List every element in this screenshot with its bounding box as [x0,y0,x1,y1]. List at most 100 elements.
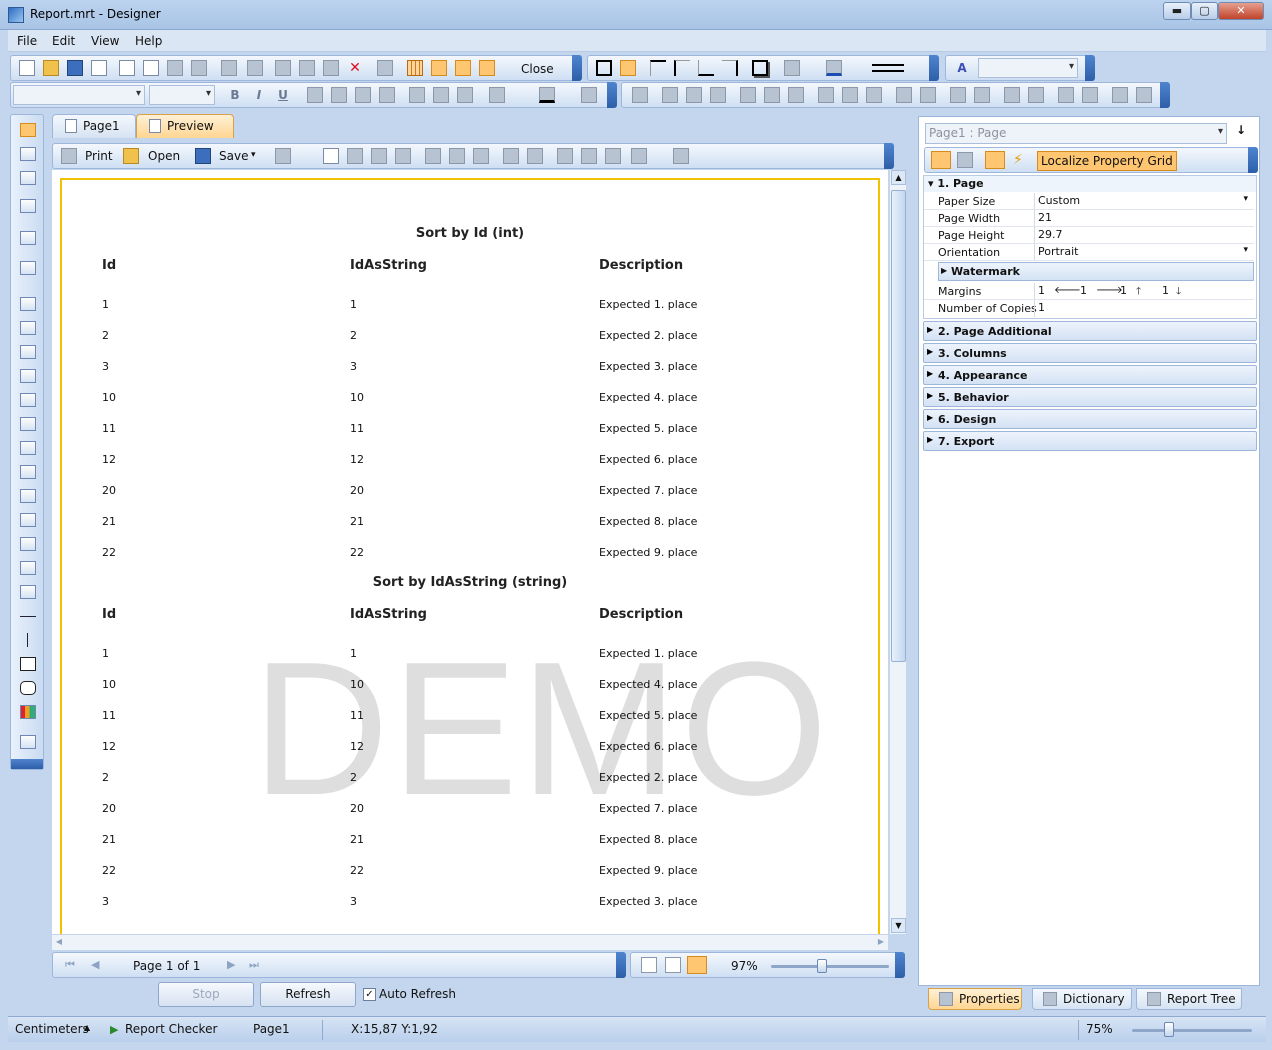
select-tool-icon[interactable] [20,123,36,137]
page-indicator[interactable]: Page 1 of 1 [133,959,200,973]
border-color-icon[interactable] [826,60,842,76]
cross-tab-tool-icon[interactable] [20,489,36,503]
tab-dictionary[interactable]: Dictionary [1032,988,1132,1010]
align-right-icon[interactable] [355,87,371,103]
align-left-icon[interactable] [307,87,323,103]
scroll-left-icon[interactable]: ◀ [52,935,66,950]
report-checker-button[interactable]: Report Checker [125,1022,217,1036]
margin-right-value[interactable]: 1 [1080,284,1087,297]
move-forward-icon[interactable] [1058,87,1074,103]
center-vertically-icon[interactable] [974,87,990,103]
container-tool-icon[interactable] [20,441,36,455]
property-value[interactable]: Custom [1038,194,1080,207]
rectangle-tool-icon[interactable] [20,657,36,671]
find-icon[interactable] [503,148,519,164]
move-backward-icon[interactable] [1082,87,1098,103]
tab-properties[interactable]: Properties [928,988,1022,1010]
minimize-button[interactable]: ▬ [1163,2,1191,20]
send-email-icon[interactable] [275,148,291,164]
bookmarks-icon[interactable] [425,148,441,164]
save-dropdown-icon[interactable]: ▾ [251,150,256,160]
margin-bottom-value[interactable]: 1 [1162,284,1169,297]
toolbar-grip[interactable] [1160,82,1170,108]
rounded-rectangle-tool-icon[interactable] [20,681,36,695]
property-paper-size[interactable]: Paper Size Custom ▾ [924,193,1254,210]
scroll-up-icon[interactable]: ▲ [891,170,906,185]
open-button[interactable]: Open [148,149,180,163]
border-bottom-icon[interactable] [698,60,714,76]
vertical-spacing-icon[interactable] [920,87,936,103]
category-appearance[interactable]: 4. Appearance [923,365,1257,385]
first-page-icon[interactable]: ⏮ [65,958,75,972]
page-width-view-icon[interactable] [665,957,681,973]
style-combo[interactable] [978,58,1078,78]
property-orientation[interactable]: Orientation Portrait ▾ [924,244,1254,261]
category-page-additional[interactable]: 2. Page Additional [923,321,1257,341]
close-preview-icon[interactable] [673,148,689,164]
tab-report-tree[interactable]: Report Tree [1136,988,1242,1010]
edit-icon[interactable] [371,148,387,164]
tab-page1[interactable]: Page1 [52,114,136,138]
delete-page-icon[interactable] [347,148,363,164]
property-number-of-copies[interactable]: Number of Copies 1 [924,300,1254,317]
previous-page-icon[interactable]: ◀ [91,958,99,971]
underline-icon[interactable]: U [275,87,291,103]
align-center-icon[interactable] [331,87,347,103]
two-pages-icon[interactable] [605,148,621,164]
stop-button[interactable]: Stop [158,982,254,1007]
more-tools-icon[interactable] [20,735,36,749]
property-value[interactable]: 1 [1038,301,1045,314]
property-value[interactable]: 29.7 [1038,228,1063,241]
border-top-icon[interactable] [650,60,666,76]
toolbar-grip[interactable] [884,143,894,169]
designer-zoom-thumb[interactable] [1164,1022,1174,1037]
toolbox-grip[interactable] [11,759,43,769]
maximize-button[interactable]: ▢ [1191,2,1218,20]
menu-view[interactable]: View [91,34,119,48]
zoom-slider-thumb[interactable] [817,959,827,973]
toolbar-grip[interactable] [616,952,626,978]
align-middles-icon[interactable] [764,87,780,103]
save-button[interactable]: Save [219,149,248,163]
send-to-back-icon[interactable] [1028,87,1044,103]
align-rights-icon[interactable] [710,87,726,103]
toolbar-grip[interactable] [1248,147,1258,173]
center-horizontally-icon[interactable] [950,87,966,103]
save-icon[interactable] [67,60,83,76]
valign-bottom-icon[interactable] [457,87,473,103]
category-design[interactable]: 6. Design [923,409,1257,429]
align-tops-icon[interactable] [740,87,756,103]
multiple-pages-icon[interactable] [631,148,647,164]
category-columns[interactable]: 3. Columns [923,343,1257,363]
image-tool-icon[interactable] [20,537,36,551]
undo-icon[interactable] [221,60,237,76]
border-style-icon[interactable] [872,64,904,72]
border-none-icon[interactable] [620,60,636,76]
page-size-icon[interactable] [395,148,411,164]
font-name-combo[interactable] [13,85,145,105]
bands-icon[interactable] [20,199,36,213]
units-dropdown-icon[interactable]: ▲ [84,1023,90,1032]
zoom-slider-track[interactable] [771,965,889,968]
tab-preview[interactable]: Preview [136,114,234,138]
property-margins[interactable]: Margins 1 🡐 1 🡒 1 🡑 1 🡓 [924,283,1254,300]
page-header-tool-icon[interactable] [20,297,36,311]
category-behavior[interactable]: 5. Behavior [923,387,1257,407]
open-icon[interactable] [43,60,59,76]
page-setup-icon[interactable] [191,60,207,76]
barcode-tool-icon[interactable] [20,561,36,575]
justify-icon[interactable] [379,87,395,103]
property-value[interactable]: Portrait [1038,245,1078,258]
property-value[interactable]: 21 [1038,211,1052,224]
scroll-down-icon[interactable]: ▼ [891,918,906,933]
scroll-thumb[interactable] [891,190,906,662]
border-left-icon[interactable] [674,60,690,76]
align-lefts-icon[interactable] [662,87,678,103]
delete-icon[interactable]: ✕ [347,60,363,76]
new-page-icon[interactable] [323,148,339,164]
property-watermark[interactable]: ▶ Watermark [938,262,1254,281]
refresh-button[interactable]: Refresh [260,982,356,1007]
margin-left-value[interactable]: 1 [1038,284,1045,297]
property-page-height[interactable]: Page Height 29.7 [924,227,1254,244]
new-form-icon[interactable] [143,60,159,76]
